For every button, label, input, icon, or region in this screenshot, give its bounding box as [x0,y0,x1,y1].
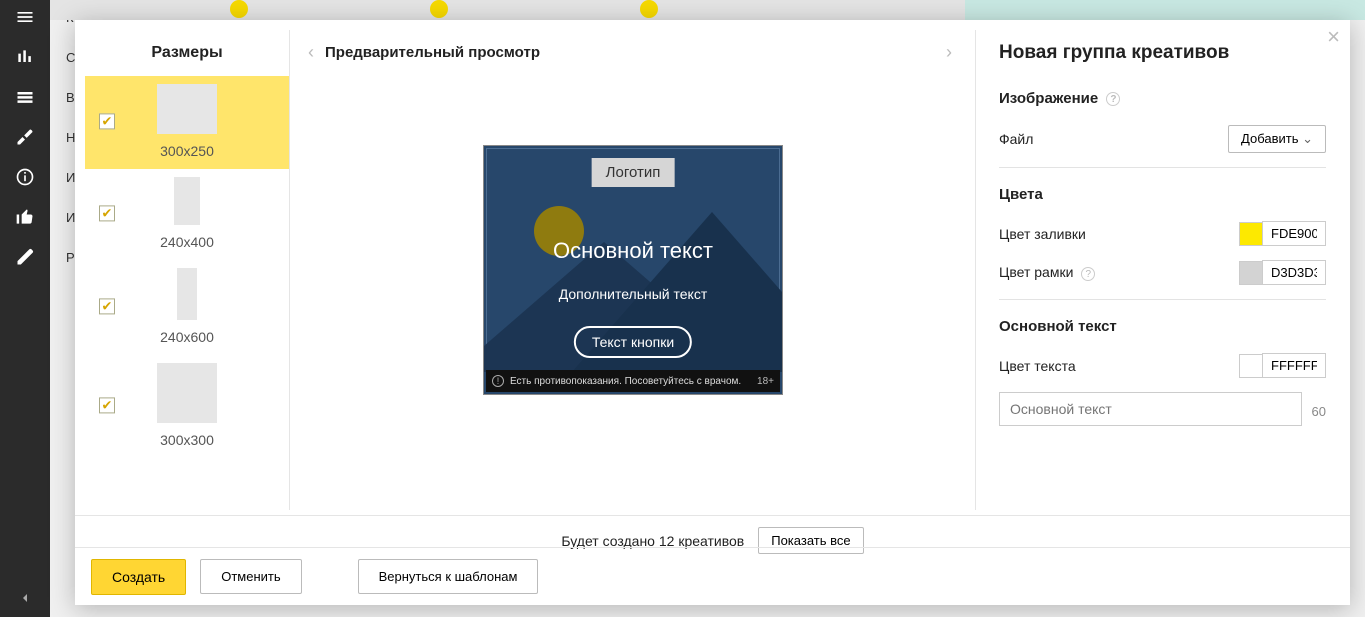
preview-title: Предварительный просмотр [325,44,939,61]
creative-main-text: Основной текст [484,238,782,264]
image-section-title: Изображение ? [999,90,1326,107]
size-checkbox[interactable] [99,298,115,314]
nav-label: И [66,210,75,225]
file-label: Файл [999,131,1033,147]
chart-icon[interactable]: С [14,46,36,68]
size-label: 300x300 [85,432,289,448]
size-label: 300x250 [85,143,289,159]
char-counter: 60 [1312,404,1326,419]
size-label: 240x400 [85,234,289,250]
main-text-input[interactable] [999,392,1302,426]
modal-toolbar: Создать Отменить Вернуться к шаблонам [75,547,1350,605]
sizes-column: Размеры 300x250 240x400 240x600 300x300 [85,30,290,510]
nav-label: С [66,50,75,65]
creative-footer: ! Есть противопоказания. Посоветуйтесь с… [486,370,780,392]
divider [999,167,1326,168]
size-tile-240x600[interactable]: 240x600 [85,260,289,355]
size-label: 240x600 [85,329,289,345]
creative-sub-text: Дополнительный текст [484,286,782,302]
border-color-input[interactable] [1262,260,1326,285]
thumb-up-icon[interactable]: И [14,206,36,228]
nav-label: Н [66,130,75,145]
creative-preview: Логотип Основной текст Дополнительный те… [483,145,783,395]
collapse-icon[interactable] [17,590,33,609]
library-icon[interactable]: B [14,86,36,108]
text-color-row: Цвет текста [999,353,1326,378]
logo-placeholder: Логотип [592,158,675,187]
pencil-icon[interactable]: P [14,246,36,268]
size-thumb [174,177,200,225]
wrench-icon[interactable]: Н [14,126,36,148]
text-color-input[interactable] [1262,353,1326,378]
divider [999,299,1326,300]
size-checkbox[interactable] [99,397,115,413]
background-strip [50,0,1365,20]
size-tile-240x400[interactable]: 240x400 [85,169,289,260]
file-row: Файл Добавить [999,125,1326,153]
menu-icon[interactable]: К [14,6,36,28]
size-checkbox[interactable] [99,113,115,129]
size-checkbox[interactable] [99,205,115,221]
nav-label: P [66,250,75,265]
colors-section-title: Цвета [999,186,1326,203]
text-color-swatch[interactable] [1239,354,1263,378]
nav-label: B [66,90,75,105]
creative-cta: Текст кнопки [574,326,692,358]
border-label: Цвет рамки ? [999,264,1095,280]
fill-color-input[interactable] [1262,221,1326,246]
nav-label: И [66,170,75,185]
main-text-input-row: 60 [999,392,1326,430]
sizes-title: Размеры [85,30,289,76]
creative-editor-modal: × Размеры 300x250 240x400 240x600 300x30… [75,20,1350,605]
next-arrow-icon[interactable]: › [939,42,959,63]
main-text-section-title: Основной текст [999,318,1326,335]
size-thumb [157,363,217,423]
warning-icon: ! [492,375,504,387]
info-icon[interactable]: И [14,166,36,188]
fill-color-row: Цвет заливки [999,221,1326,246]
border-color-row: Цвет рамки ? [999,260,1326,285]
fill-swatch[interactable] [1239,222,1263,246]
back-to-templates-button[interactable]: Вернуться к шаблонам [358,559,539,594]
size-tile-300x250[interactable]: 300x250 [85,76,289,169]
fill-label: Цвет заливки [999,226,1086,242]
help-icon[interactable]: ? [1081,267,1095,281]
size-thumb [177,268,197,320]
settings-column: Новая группа креативов Изображение ? Фай… [977,30,1348,510]
settings-title: Новая группа креативов [999,42,1326,64]
preview-column: ‹ Предварительный просмотр › Логотип Осн… [291,30,976,510]
create-button[interactable]: Создать [91,559,186,595]
prev-arrow-icon[interactable]: ‹ [301,42,321,63]
age-rating: 18+ [757,376,774,387]
text-color-label: Цвет текста [999,358,1076,374]
disclaimer-text: Есть противопоказания. Посоветуйтесь с в… [510,376,741,387]
preview-header: ‹ Предварительный просмотр › [291,30,975,75]
add-file-button[interactable]: Добавить [1228,125,1326,153]
app-sidebar: К С B Н И И P [0,0,50,617]
size-tile-300x300[interactable]: 300x300 [85,355,289,458]
cancel-button[interactable]: Отменить [200,559,301,594]
help-icon[interactable]: ? [1106,92,1120,106]
border-swatch[interactable] [1239,261,1263,285]
size-thumb [157,84,217,134]
